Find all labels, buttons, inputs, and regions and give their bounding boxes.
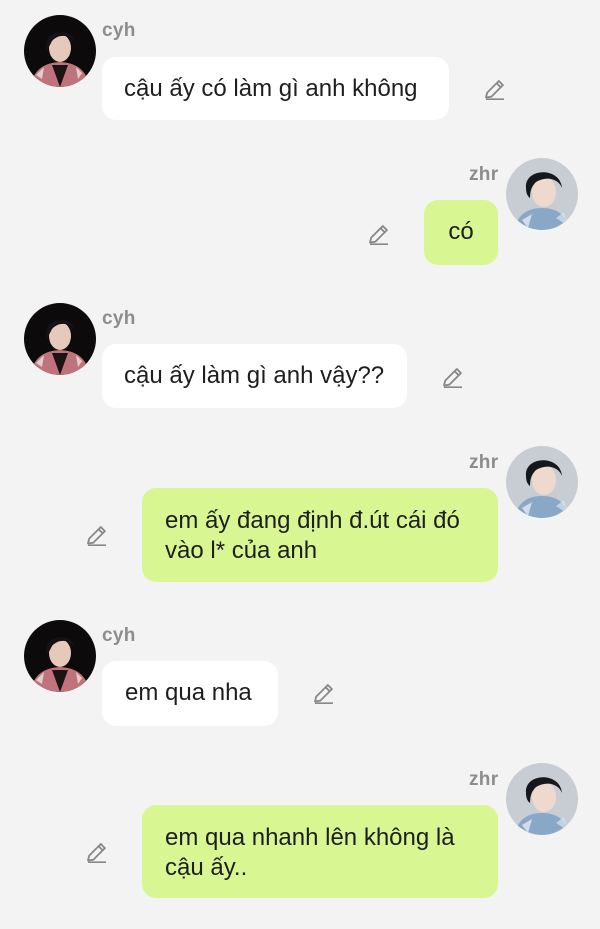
message-bubble[interactable]: em qua nha bbox=[102, 661, 278, 726]
message-bubble[interactable]: cậu ấy có làm gì anh không bbox=[102, 57, 449, 120]
pencil-icon[interactable] bbox=[440, 364, 466, 390]
pencil-icon[interactable] bbox=[482, 76, 508, 102]
message-text: có bbox=[448, 218, 474, 245]
message-row: cyh em qua nha bbox=[0, 605, 600, 755]
sender-name: cyh bbox=[102, 625, 136, 646]
message-row: zhr em ấy đang định đ.út cái đó vào l* c… bbox=[0, 430, 600, 605]
message-text: em qua nha bbox=[125, 679, 252, 706]
message-text-line: cậu ấy.. bbox=[165, 854, 248, 881]
avatar[interactable] bbox=[506, 763, 578, 835]
message-row: cyh cậu ấy làm gì anh vậy?? bbox=[0, 290, 600, 430]
avatar[interactable] bbox=[24, 15, 96, 87]
message-bubble[interactable]: có bbox=[424, 200, 498, 265]
message-text-line: em ấy đang định đ.út cái đó bbox=[165, 507, 460, 534]
message-text: cậu ấy có làm gì anh không bbox=[124, 75, 418, 102]
message-bubble[interactable]: em ấy đang định đ.út cái đó vào l* của a… bbox=[142, 488, 498, 582]
sender-name: zhr bbox=[469, 769, 499, 790]
avatar[interactable] bbox=[24, 303, 96, 375]
message-row: zhr có bbox=[0, 140, 600, 290]
message-text: cậu ấy làm gì anh vậy?? bbox=[124, 362, 385, 389]
message-bubble[interactable]: cậu ấy làm gì anh vậy?? bbox=[102, 344, 407, 408]
message-row: zhr em qua nhanh lên không là cậu ấy.. bbox=[0, 755, 600, 929]
sender-name: zhr bbox=[469, 452, 499, 473]
sender-name: zhr bbox=[469, 164, 499, 185]
avatar[interactable] bbox=[506, 158, 578, 230]
message-bubble[interactable]: em qua nhanh lên không là cậu ấy.. bbox=[142, 805, 498, 898]
pencil-icon[interactable] bbox=[366, 221, 392, 247]
avatar[interactable] bbox=[24, 620, 96, 692]
avatar[interactable] bbox=[506, 446, 578, 518]
message-text-line: vào l* của anh bbox=[165, 537, 318, 564]
sender-name: cyh bbox=[102, 308, 136, 329]
pencil-icon[interactable] bbox=[84, 839, 110, 865]
message-row: cyh cậu ấy có làm gì anh không bbox=[0, 0, 600, 140]
sender-name: cyh bbox=[102, 20, 136, 41]
pencil-icon[interactable] bbox=[84, 522, 110, 548]
pencil-icon[interactable] bbox=[311, 680, 337, 706]
message-text-line: em qua nhanh lên không là bbox=[165, 824, 455, 851]
